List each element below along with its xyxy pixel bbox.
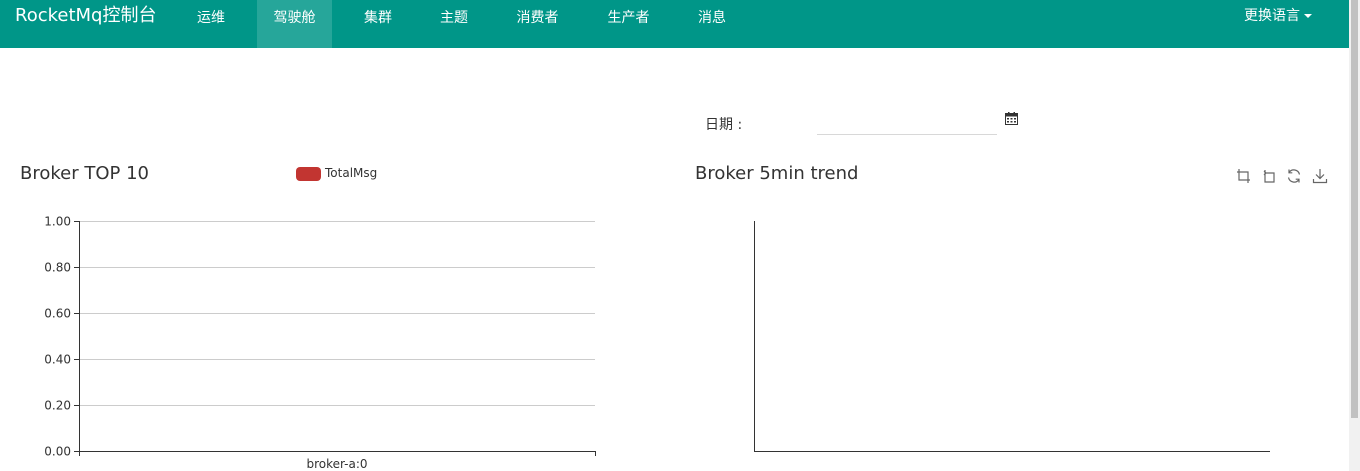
trend-chart-title: Broker 5min trend: [695, 163, 859, 184]
calendar-icon[interactable]: [1005, 112, 1018, 125]
language-dropdown[interactable]: 更换语言: [1244, 0, 1312, 36]
nav-item-dashboard[interactable]: 驾驶舱: [257, 0, 332, 48]
nav-item-message[interactable]: 消息: [681, 0, 743, 48]
y-tick-label: 1.00: [44, 215, 71, 229]
chevron-down-icon: [1304, 14, 1312, 18]
top10-bar-chart: 0.00 0.20 0.40 0.60 0.80 1.00 broker-a:0: [44, 215, 596, 471]
language-label: 更换语言: [1244, 8, 1300, 24]
zoom-reset-icon[interactable]: [1261, 168, 1277, 184]
navbar: RocketMq控制台 运维 驾驶舱 集群 主题 消费者 生产者 消息 更换语言: [0, 0, 1349, 48]
legend-swatch: [296, 167, 321, 181]
chart-toolbox: [1236, 168, 1332, 186]
y-tick-label: 0.80: [44, 261, 71, 275]
y-tick-label: 0.60: [44, 307, 71, 321]
trend-line-chart: [754, 221, 1270, 452]
y-tick-label: 0.40: [44, 353, 71, 367]
scrollbar-thumb[interactable]: [1351, 0, 1358, 418]
save-image-icon[interactable]: [1312, 168, 1328, 184]
legend-label: TotalMsg: [325, 166, 378, 180]
nav-item-producer[interactable]: 生产者: [591, 0, 666, 48]
page: RocketMq控制台 运维 驾驶舱 集群 主题 消费者 生产者 消息 更换语言…: [0, 0, 1360, 471]
top10-chart-title: Broker TOP 10: [20, 163, 149, 184]
brand-title[interactable]: RocketMq控制台: [15, 6, 156, 26]
y-tick-label: 0.00: [44, 445, 71, 459]
date-label: 日期 :: [705, 117, 743, 133]
x-tick-label: broker-a:0: [306, 457, 367, 471]
date-input[interactable]: [817, 110, 997, 135]
nav-item-consumer[interactable]: 消费者: [500, 0, 575, 48]
y-tick-label: 0.20: [44, 399, 71, 413]
zoom-icon[interactable]: [1236, 168, 1252, 184]
vertical-scrollbar[interactable]: [1349, 0, 1360, 471]
restore-icon[interactable]: [1286, 168, 1302, 184]
nav-item-ops[interactable]: 运维: [180, 0, 242, 48]
nav-item-cluster[interactable]: 集群: [347, 0, 409, 48]
nav-item-topic[interactable]: 主题: [423, 0, 485, 48]
